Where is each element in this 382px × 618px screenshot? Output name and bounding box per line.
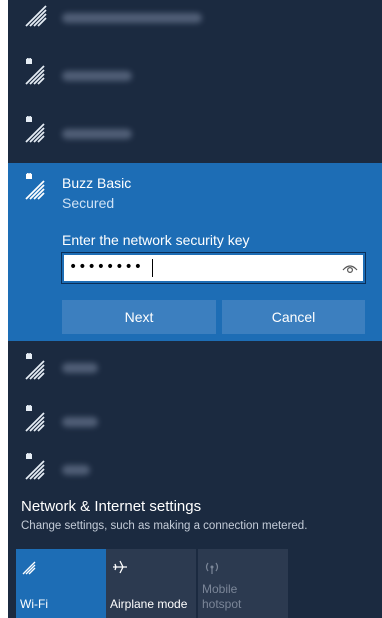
security-key-input[interactable]: •••••••• bbox=[61, 252, 366, 284]
network-name-redacted bbox=[62, 71, 132, 81]
wifi-secured-icon bbox=[25, 405, 45, 432]
tile-label: Mobile hotspot bbox=[202, 582, 242, 611]
wifi-secured-icon bbox=[25, 353, 45, 380]
network-name-redacted bbox=[62, 417, 98, 427]
password-mask: •••••••• bbox=[69, 259, 144, 275]
network-list-item[interactable] bbox=[8, 0, 382, 46]
tile-label: Airplane mode bbox=[110, 597, 188, 611]
wifi-icon bbox=[22, 561, 36, 575]
hotspot-icon bbox=[205, 562, 219, 574]
network-name-redacted bbox=[62, 129, 132, 139]
network-settings-description: Change settings, such as making a connec… bbox=[21, 520, 308, 532]
mobile-hotspot-tile: Mobile hotspot bbox=[198, 549, 288, 618]
network-name-redacted bbox=[62, 13, 202, 23]
wifi-secured-icon bbox=[25, 453, 45, 480]
network-settings-link[interactable]: Network & Internet settings bbox=[21, 498, 201, 515]
wifi-flyout-panel: Buzz Basic Secured Enter the network sec… bbox=[8, 0, 382, 618]
network-list-item[interactable] bbox=[8, 46, 382, 104]
wifi-toggle-tile[interactable]: Wi-Fi bbox=[16, 549, 106, 618]
tile-label: Wi-Fi bbox=[20, 597, 48, 611]
wifi-secured-icon bbox=[25, 58, 45, 85]
network-list-item[interactable] bbox=[8, 104, 382, 162]
security-key-label: Enter the network security key bbox=[62, 232, 250, 248]
airplane-icon bbox=[113, 560, 127, 574]
cancel-button[interactable]: Cancel bbox=[222, 300, 365, 334]
airplane-mode-tile[interactable]: Airplane mode bbox=[106, 549, 196, 618]
text-caret bbox=[152, 259, 153, 277]
network-name-redacted bbox=[62, 363, 98, 373]
network-name: Buzz Basic bbox=[62, 175, 132, 191]
network-list-item[interactable] bbox=[8, 441, 382, 499]
network-name-redacted bbox=[62, 465, 90, 475]
wifi-secured-icon bbox=[25, 5, 47, 27]
reveal-password-icon[interactable] bbox=[342, 261, 358, 275]
wifi-secured-icon bbox=[25, 116, 45, 143]
next-button[interactable]: Next bbox=[62, 300, 216, 334]
wifi-secured-icon bbox=[25, 173, 45, 200]
selected-network-panel: Buzz Basic Secured Enter the network sec… bbox=[8, 163, 382, 341]
network-status: Secured bbox=[62, 195, 115, 211]
network-list-item[interactable] bbox=[8, 341, 382, 399]
